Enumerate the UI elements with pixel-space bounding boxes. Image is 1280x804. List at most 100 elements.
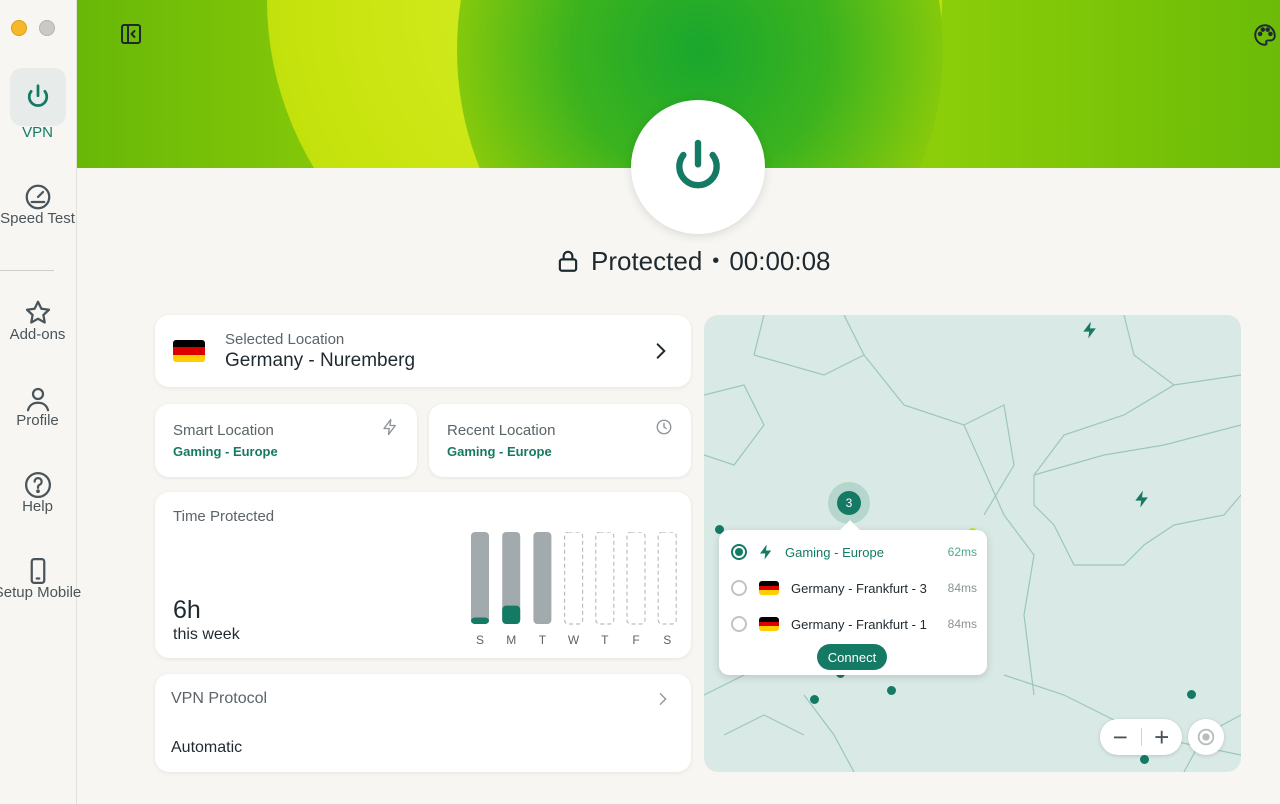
server-option-latency: 84ms — [947, 617, 977, 631]
day-label: S — [663, 633, 671, 647]
smart-location-value: Gaming - Europe — [173, 444, 278, 459]
day-label: T — [601, 633, 609, 647]
cluster-count: 3 — [837, 491, 861, 515]
sidebar-item-vpn[interactable]: VPN — [0, 66, 77, 142]
server-option-gaming-europe[interactable]: Gaming - Europe 62ms — [731, 540, 977, 564]
sidebar-item-label: Speed Test — [0, 209, 75, 227]
time-protected-card: Time Protected 6h this week S M T W T F S — [155, 492, 691, 658]
power-icon — [676, 139, 720, 189]
day-bar-track — [595, 532, 615, 625]
sidebar-item-speed-test[interactable]: Speed Test — [0, 166, 77, 242]
vpn-protocol-card[interactable]: VPN Protocol Automatic — [155, 674, 691, 772]
connection-timer: 00:00:08 — [729, 245, 831, 276]
selected-location-card[interactable]: Selected Location Germany - Nuremberg — [155, 315, 691, 387]
sidebar-item-help[interactable]: Help — [0, 454, 77, 530]
day-bar-track — [626, 532, 646, 625]
radio-unselected[interactable] — [731, 580, 747, 596]
sidebar-item-label: Profile — [16, 411, 59, 429]
zoom-control: − + — [1100, 719, 1182, 755]
radio-selected[interactable] — [731, 544, 747, 560]
star-icon — [25, 300, 50, 324]
time-protected-period: this week — [173, 626, 240, 643]
lock-icon — [558, 250, 578, 272]
sidebar-divider — [0, 270, 54, 271]
day-label: M — [506, 633, 516, 647]
connection-status: Protected • 00:00:08 — [555, 244, 831, 278]
sidebar-item-profile[interactable]: Profile — [0, 368, 77, 444]
chevron-right-icon — [659, 693, 667, 705]
weekly-bar-chart: SMTWTFS — [471, 532, 677, 647]
connect-button[interactable]: Connect — [817, 644, 887, 670]
server-option-latency: 62ms — [947, 545, 977, 559]
server-option-frankfurt-3[interactable]: Germany - Frankfurt - 3 84ms — [731, 576, 977, 600]
server-bolt-icon[interactable] — [1080, 319, 1100, 341]
germany-flag-icon — [173, 340, 205, 362]
sidebar-item-setup-mobile[interactable]: Setup Mobile — [0, 540, 81, 616]
chevron-right-icon — [656, 343, 666, 359]
server-bolt-icon[interactable] — [1132, 488, 1152, 510]
server-option-latency: 84ms — [947, 581, 977, 595]
zoom-out-button[interactable]: − — [1100, 719, 1141, 755]
vpn-protocol-caption: VPN Protocol — [171, 690, 268, 707]
status-text: Protected — [591, 245, 703, 276]
smart-location-caption: Smart Location — [173, 422, 274, 439]
power-icon — [27, 83, 48, 107]
recent-location-value: Gaming - Europe — [447, 444, 552, 459]
vpn-protocol-value: Automatic — [171, 739, 243, 756]
person-icon — [26, 387, 49, 411]
recent-location-caption: Recent Location — [447, 422, 556, 439]
sidebar-item-label: VPN — [22, 123, 53, 141]
mobile-icon — [30, 557, 45, 584]
recenter-icon — [1197, 728, 1215, 746]
speedometer-icon — [25, 184, 50, 209]
day-label: S — [476, 633, 484, 647]
day-label: F — [632, 633, 639, 647]
day-label: T — [539, 633, 547, 647]
time-protected-total: 6h — [173, 596, 201, 624]
server-dot[interactable] — [887, 686, 896, 695]
selected-location-value: Germany - Nuremberg — [225, 350, 416, 371]
sidebar: VPN Speed Test Add-ons Profile Help Setu… — [0, 0, 81, 804]
day-bar-fill — [502, 605, 521, 624]
palette-icon[interactable] — [1252, 22, 1278, 48]
radio-unselected[interactable] — [731, 616, 747, 632]
day-bar-track — [533, 532, 552, 624]
bolt-icon — [383, 418, 396, 436]
question-icon — [24, 471, 51, 498]
day-bar-track — [471, 532, 489, 624]
germany-flag-icon — [759, 581, 779, 595]
server-dot[interactable] — [1140, 755, 1149, 764]
window-zoom-button[interactable] — [39, 20, 55, 36]
server-dot[interactable] — [810, 695, 819, 704]
server-cluster-marker[interactable]: 3 — [828, 482, 870, 524]
connect-power-button[interactable] — [631, 100, 765, 234]
clock-icon — [656, 419, 672, 435]
germany-flag-icon — [759, 617, 779, 631]
status-separator: • — [712, 249, 720, 272]
server-option-frankfurt-1[interactable]: Germany - Frankfurt - 1 84ms — [731, 612, 977, 636]
zoom-in-button[interactable]: + — [1142, 719, 1183, 755]
day-bar-track — [564, 532, 584, 625]
selected-location-caption: Selected Location — [225, 331, 345, 348]
sidebar-item-label: Setup Mobile — [0, 583, 82, 601]
hero-bg-right — [900, 0, 1280, 168]
server-option-name: Germany - Frankfurt - 1 — [791, 616, 927, 632]
server-option-name: Gaming - Europe — [785, 544, 884, 560]
day-bar-track — [657, 532, 677, 625]
server-popup: Gaming - Europe 62ms Germany - Frankfurt… — [719, 530, 987, 675]
sidebar-item-add-ons[interactable]: Add-ons — [0, 282, 77, 358]
recenter-map-button[interactable] — [1188, 719, 1224, 755]
server-map[interactable]: 3 Gaming - Europe 62ms Germany - Frankfu… — [704, 315, 1241, 772]
toggle-sidebar-icon[interactable] — [119, 22, 143, 46]
bolt-icon — [760, 544, 772, 560]
recent-location-card[interactable]: Recent Location Gaming - Europe — [429, 404, 691, 477]
window-minimize-button[interactable] — [11, 20, 27, 36]
day-bar-fill — [471, 617, 489, 624]
time-protected-caption: Time Protected — [173, 508, 275, 525]
server-dot[interactable] — [1187, 690, 1196, 699]
sidebar-item-label: Add-ons — [9, 325, 66, 343]
server-option-name: Germany - Frankfurt - 3 — [791, 580, 927, 596]
day-label: W — [568, 633, 580, 647]
smart-location-card[interactable]: Smart Location Gaming - Europe — [155, 404, 417, 477]
sidebar-item-label: Help — [22, 497, 53, 515]
